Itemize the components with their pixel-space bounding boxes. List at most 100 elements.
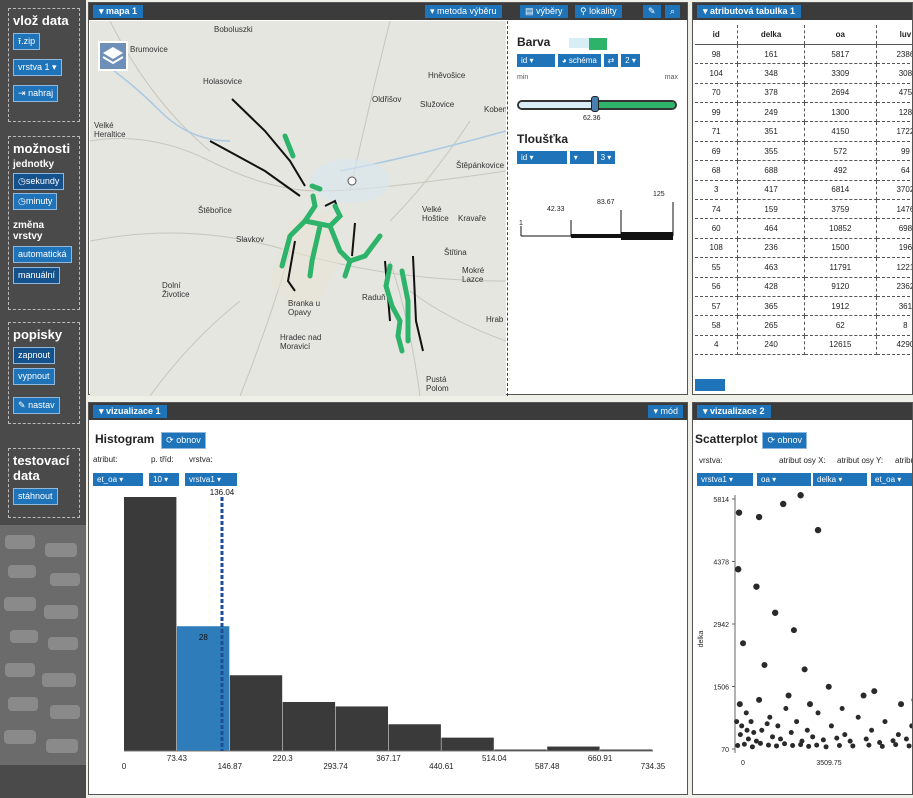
map-canvas[interactable]: Boboluszki Brumovice Holasovice Hněvošic… [90, 21, 506, 396]
table-header-cell[interactable]: id [695, 25, 739, 45]
table-cell: 6814 [804, 180, 877, 201]
mode-button[interactable]: ▾ mód [648, 405, 683, 418]
classes-label: p. tříd: [151, 455, 174, 464]
histogram-heading: Histogram ⟳ obnov [95, 432, 206, 449]
scale-start: 1 [519, 220, 523, 227]
zip-button[interactable]: ⭱.zip [13, 33, 41, 50]
map-panel-title[interactable]: ▾ mapa 1 [93, 5, 144, 18]
table-row[interactable]: 104 348 3309 308 [695, 63, 912, 84]
labels-off-button[interactable]: vypnout [13, 368, 55, 385]
upload-group: vlož data ⭱.zip vrstva 1 ▾ ⇥ nahraj [8, 8, 80, 122]
place-label: Raduň [362, 293, 386, 302]
x-attr-label: atribut osy X: [779, 456, 826, 465]
y-axis-title: delka [698, 631, 705, 648]
table-row[interactable]: 99 249 1300 128 [695, 102, 912, 123]
selection-method-button[interactable]: ▾ metoda výběru [425, 5, 502, 18]
viz1-panel: ▾ vizualizace 1 ▾ mód Histogram ⟳ obnov … [88, 402, 688, 795]
histogram-bar [441, 737, 494, 751]
table-cell: 355 [737, 141, 805, 162]
scatter-point [756, 696, 763, 703]
table-row[interactable]: 108 236 1500 196 [695, 238, 912, 259]
x-tick-label: 0 [122, 762, 127, 771]
scatter-point [736, 701, 743, 708]
swap-button[interactable]: ⇄ [603, 54, 619, 67]
thickness-type-select[interactable]: ▾ [569, 151, 594, 164]
table-header-cell[interactable]: delka [737, 25, 805, 45]
table-row[interactable]: 58 265 62 8 [695, 315, 912, 336]
hist-attr-select[interactable]: et_oa ▾ [93, 473, 143, 486]
x-tick-label: 514.04 [482, 754, 507, 763]
upload-button[interactable]: ⇥ nahraj [13, 85, 59, 102]
table-row[interactable]: 70 378 2694 475 [695, 83, 912, 104]
table-cell: 428 [737, 277, 805, 297]
scatter-heading: Scatterplot ⟳ obnov [695, 432, 808, 449]
auto-button[interactable]: automatická [13, 246, 72, 263]
table-row[interactable]: 98 161 5817 2386 [695, 44, 912, 65]
table-cell: 64 [876, 160, 912, 181]
table-cell: 99 [695, 102, 739, 123]
thickness-attr-select[interactable]: id ▾ [517, 151, 567, 164]
place-label: Oldřišov [372, 95, 402, 104]
tool-button[interactable]: ✎ [643, 5, 661, 18]
y-attr-select[interactable]: delka ▾ [813, 473, 867, 486]
scatter-layer-select[interactable]: vrstva1 ▾ [697, 473, 753, 486]
hist-layer-select[interactable]: vrstva1 ▾ [185, 473, 237, 486]
scatter-point [739, 723, 745, 729]
scatter-point [866, 742, 872, 748]
table-row[interactable]: 71 351 4150 1722 [695, 121, 912, 142]
table-scrollbar-thumb[interactable] [695, 379, 725, 391]
selections-button[interactable]: ▤ výběry [520, 5, 568, 18]
scatter-point [825, 683, 832, 690]
place-label: Kravaře [458, 214, 487, 223]
histogram-chart[interactable]: 28 136.04 0 73.43 146.87 220.3 293.74 367.17 440… [89, 487, 689, 793]
layer-select[interactable]: vrstva 1 ▾ [13, 59, 62, 76]
localities-button[interactable]: ⚲ lokality [575, 5, 622, 18]
test-data-group: testovací data stáhnout [8, 448, 80, 518]
viz2-title[interactable]: ▾ vizualizace 2 [697, 405, 771, 418]
hist-classes-select[interactable]: 10 ▾ [149, 473, 179, 486]
scatter-chart[interactable]: 5814 4378 2942 1506 70 delka 0 3509.75 [693, 489, 913, 794]
place-label: Hrab [486, 315, 504, 324]
table-row[interactable]: 4 240 12615 4290 [695, 335, 912, 356]
x-tick-label: 0 [741, 760, 745, 767]
scatter-point [737, 732, 743, 738]
scatter-point [869, 727, 875, 733]
attr-label: atribut: [93, 455, 118, 464]
table-row[interactable]: 60 464 10852 698 [695, 218, 912, 239]
slider-handle[interactable] [591, 96, 599, 112]
table-cell: 68 [695, 160, 739, 181]
place-label: Hradec nad Moravicí [280, 333, 322, 351]
download-button[interactable]: stáhnout [13, 488, 58, 505]
table-row[interactable]: 56 428 9120 2362 [695, 277, 912, 297]
histogram-refresh-button[interactable]: ⟳ obnov [161, 432, 206, 449]
schema-button[interactable]: ◕ schéma [557, 54, 601, 67]
layers-button[interactable] [98, 41, 128, 71]
seconds-button[interactable]: ◷sekundy [13, 173, 65, 190]
labels-on-button[interactable]: zapnout [13, 347, 56, 364]
extra-attr-select[interactable]: et_oa ▾ [871, 473, 912, 486]
search-button[interactable]: ⌕ [665, 5, 681, 18]
table-header-cell[interactable]: luv [876, 25, 912, 45]
table-cell: 128 [876, 102, 912, 123]
table-row[interactable]: 68 688 492 64 [695, 160, 912, 181]
color-attr-select[interactable]: id ▾ [517, 54, 555, 67]
table-row[interactable]: 3 417 6814 3702 [695, 180, 912, 201]
scatter-refresh-button[interactable]: ⟳ obnov [762, 432, 808, 449]
table-row[interactable]: 74 159 3759 1476 [695, 199, 912, 220]
table-header-cell[interactable]: oa [804, 25, 877, 45]
settings-button[interactable]: ✎ nastav [13, 397, 60, 414]
table-row[interactable]: 57 365 1912 361 [695, 296, 912, 317]
thickness-classes-select[interactable]: 3 ▾ [596, 151, 616, 164]
table-row[interactable]: 55 463 11791 1221 [695, 257, 912, 278]
minutes-button[interactable]: ◷minuty [13, 193, 58, 210]
table-panel-title[interactable]: ▾ atributová tabulka 1 [697, 5, 802, 18]
scatter-point [790, 743, 796, 749]
viz1-title[interactable]: ▾ vizualizace 1 [93, 405, 167, 418]
scatter-point [903, 736, 909, 742]
color-classes-select[interactable]: 2 ▾ [621, 54, 640, 67]
x-attr-select[interactable]: oa ▾ [757, 473, 811, 486]
manual-button[interactable]: manuální [13, 267, 61, 284]
scatter-point [761, 661, 768, 668]
table-row[interactable]: 69 355 572 99 [695, 141, 912, 162]
change-layer-label: změna vrstvy [13, 220, 45, 242]
